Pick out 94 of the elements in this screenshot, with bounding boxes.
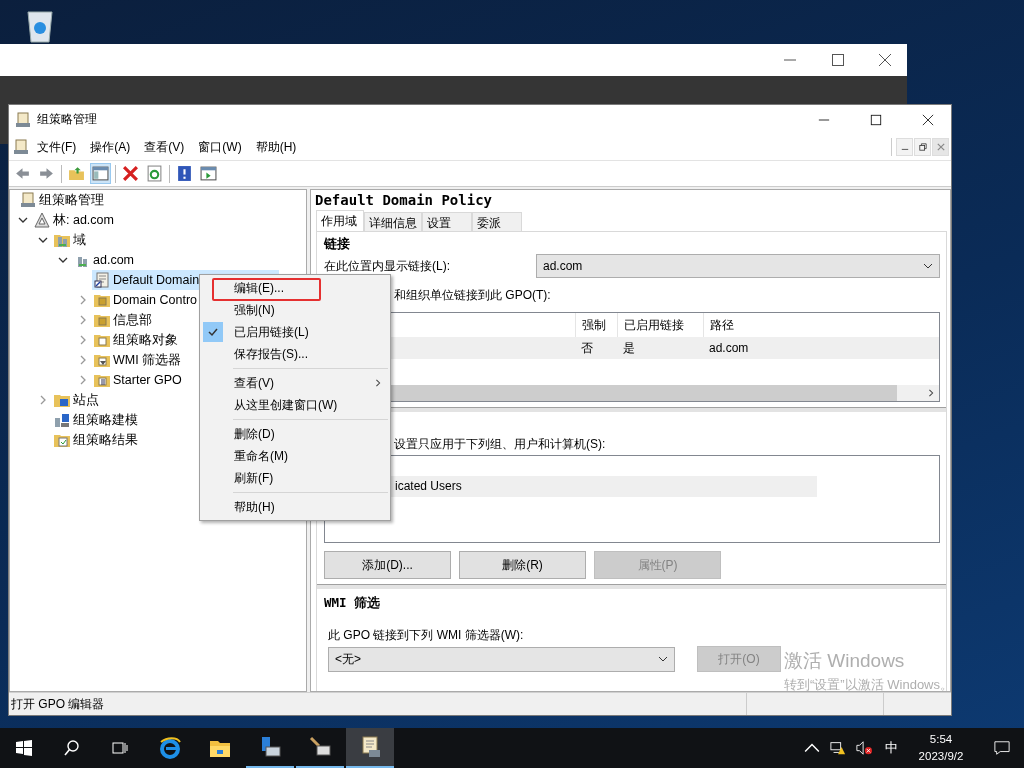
folder-icon (54, 232, 70, 248)
window-title: 组策略管理 (37, 111, 97, 128)
scroll-right-icon[interactable] (927, 389, 935, 397)
close-icon (936, 143, 945, 151)
menu-item[interactable]: 帮助(H) (249, 136, 303, 158)
taskbar-app[interactable] (346, 728, 394, 768)
tree-item[interactable]: 域 (52, 230, 90, 250)
field-label: 和组织单位链接到此 GPO(T): (393, 287, 552, 304)
menu-item[interactable]: 强制(N) (200, 299, 390, 321)
close-icon[interactable] (878, 53, 892, 67)
tree-item[interactable]: 林: ad.com (32, 210, 118, 230)
menu-item[interactable]: 查看(V) (200, 372, 390, 394)
tree-item[interactable]: 信息部 (92, 310, 156, 330)
start-icon (16, 740, 32, 756)
clock[interactable]: 5:54 2023/9/2 (906, 731, 976, 765)
folder-icon (94, 332, 110, 348)
tree-item[interactable]: 组策略管理 (18, 190, 108, 210)
tree-item[interactable]: Starter GPO (92, 370, 186, 390)
menu-item[interactable]: 帮助(H) (200, 496, 390, 518)
menu-item[interactable]: 操作(A) (84, 136, 137, 158)
field-label: 设置只应用于下列组、用户和计算机(S): (393, 436, 607, 453)
scroll-icon (15, 111, 31, 128)
collapse-chevron-icon[interactable] (18, 215, 28, 225)
collapse-chevron-icon[interactable] (58, 255, 68, 265)
triangle-icon (34, 212, 50, 228)
browser-icon (158, 736, 182, 760)
table-cell-text: ad.com (708, 341, 750, 355)
expand-chevron-icon[interactable] (78, 375, 88, 385)
menu-item[interactable]: 窗口(W) (192, 136, 248, 158)
menu-item[interactable]: 从这里创建窗口(W) (200, 394, 390, 416)
restore-button[interactable] (914, 138, 931, 156)
menu-item[interactable]: 删除(D) (200, 423, 390, 445)
tree-item[interactable]: Domain Contro (92, 290, 202, 310)
document-icon (94, 272, 110, 288)
tree-item[interactable]: 组策略建模 (52, 410, 142, 430)
computer-icon (54, 412, 70, 428)
delete-icon[interactable] (121, 164, 140, 183)
close-icon (922, 113, 934, 126)
filter-button[interactable]: 删除(R) (459, 551, 586, 579)
tab[interactable]: 委派 (472, 212, 522, 231)
expand-chevron-icon[interactable] (78, 295, 88, 305)
tree-item[interactable]: 组策略结果 (52, 430, 142, 450)
collapse-chevron-icon[interactable] (38, 235, 48, 245)
folder-icon (94, 372, 110, 388)
notification-icon[interactable] (994, 740, 1010, 756)
tree-item[interactable]: ad.com (72, 250, 138, 270)
table-cell-text: 是 (622, 339, 636, 357)
section-heading: 链接 (324, 236, 351, 253)
folder-up-icon[interactable] (67, 164, 86, 183)
expand-chevron-icon[interactable] (38, 395, 48, 405)
input-method-indicator[interactable]: 中 (885, 739, 898, 757)
search-icon (64, 740, 80, 756)
menu-item[interactable]: 文件(F) (31, 136, 83, 158)
scroll-icon[interactable] (13, 139, 29, 155)
expand-chevron-icon[interactable] (78, 315, 88, 325)
activation-text: 转到“设置”以激活 Windows。 (784, 676, 953, 694)
scroll-icon (20, 192, 36, 208)
volume-muted-icon[interactable] (856, 740, 872, 756)
folder-icon (94, 312, 110, 328)
field-label: 在此位置内显示链接(L): (324, 257, 451, 275)
menu-item[interactable]: 重命名(M) (200, 445, 390, 467)
tab[interactable]: 详细信息 (364, 212, 422, 231)
policy-title: Default Domain Policy (314, 191, 493, 210)
help-icon[interactable] (175, 164, 194, 183)
task-view-icon (112, 740, 128, 756)
activation-title: 激活 Windows (784, 649, 906, 673)
maximize-icon (870, 113, 882, 126)
tree-item[interactable]: 站点 (52, 390, 103, 410)
expand-chevron-icon[interactable] (78, 355, 88, 365)
wmi-filter-dropdown[interactable]: <无> (328, 646, 675, 672)
network-warning-icon[interactable] (830, 740, 846, 756)
tab[interactable]: 设置 (422, 212, 472, 231)
menu-item[interactable]: 查看(V) (138, 136, 191, 158)
field-label: 此 GPO 链接到下列 WMI 筛选器(W): (327, 627, 525, 644)
location-dropdown[interactable]: ad.com (536, 254, 940, 278)
folder-icon (54, 432, 70, 448)
action-pane-icon[interactable] (199, 164, 218, 183)
folder-icon (94, 292, 110, 308)
tab[interactable]: 作用域 (316, 210, 364, 231)
table-cell-text: 否 (580, 339, 594, 357)
folder-icon (94, 352, 110, 368)
maximize-icon[interactable] (831, 53, 845, 67)
pane-toggle-icon[interactable] (91, 164, 110, 183)
close-button[interactable] (932, 138, 949, 156)
section-heading: WMI 筛选 (324, 595, 382, 612)
status-text: 打开 GPO 编辑器 (10, 695, 106, 713)
expand-chevron-icon[interactable] (78, 335, 88, 345)
filter-button[interactable]: 添加(D)... (324, 551, 451, 579)
tree-item[interactable]: 组策略对象 (92, 330, 182, 350)
refresh-icon[interactable] (145, 164, 164, 183)
folder-icon (54, 392, 70, 408)
restore-icon (918, 143, 927, 151)
tree-item[interactable]: WMI 筛选器 (92, 350, 186, 370)
tools-icon (308, 735, 332, 759)
